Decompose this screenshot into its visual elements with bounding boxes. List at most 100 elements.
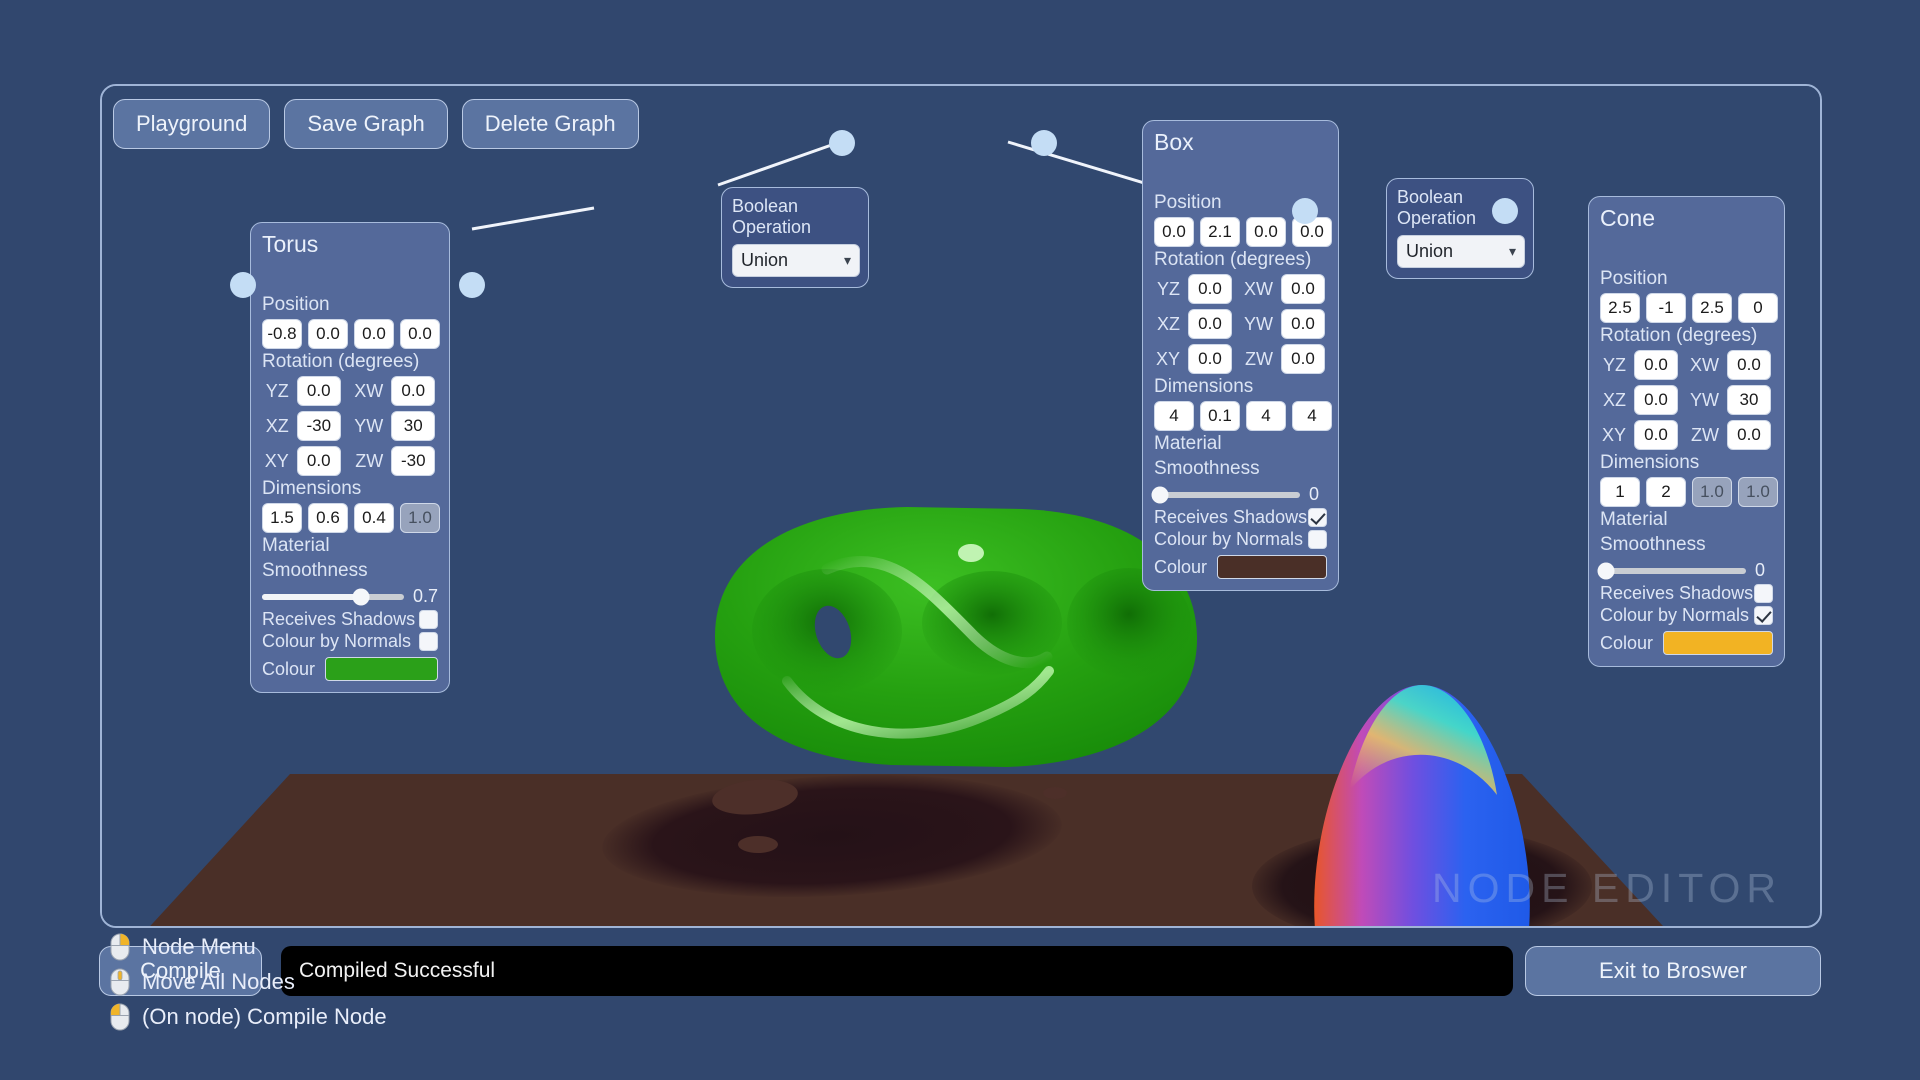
dimension-4-input: 1.0 bbox=[1738, 477, 1778, 507]
hint-move-all-nodes: Move All Nodes bbox=[110, 968, 387, 996]
dimension-4-input[interactable]: 4 bbox=[1292, 401, 1332, 431]
rotation-yw-input[interactable]: 30 bbox=[1727, 385, 1771, 415]
delete-graph-button[interactable]: Delete Graph bbox=[462, 99, 639, 149]
receives-shadows-row: Receives Shadows bbox=[1600, 583, 1773, 604]
dimension-3-input[interactable]: 0.4 bbox=[354, 503, 394, 533]
colour-by-normals-checkbox[interactable] bbox=[419, 632, 438, 651]
position-w-input[interactable]: 0 bbox=[1738, 293, 1778, 323]
material-label: Material bbox=[1154, 433, 1327, 455]
smoothness-value: 0.7 bbox=[413, 586, 438, 607]
node-cone[interactable]: Cone Position 2.5 -1 2.5 0 Rotation (deg… bbox=[1588, 196, 1785, 667]
rotation-axis-label: XW bbox=[1688, 355, 1719, 376]
dimension-2-input[interactable]: 2 bbox=[1646, 477, 1686, 507]
rotation-yw-input[interactable]: 30 bbox=[391, 411, 435, 441]
rotation-xy-input[interactable]: 0.0 bbox=[1634, 420, 1678, 450]
receives-shadows-checkbox[interactable] bbox=[1754, 584, 1773, 603]
node-header-spacer bbox=[1600, 238, 1773, 266]
colour-swatch[interactable] bbox=[1217, 555, 1327, 579]
position-w-input[interactable]: 0.0 bbox=[400, 319, 440, 349]
smoothness-slider[interactable]: 0 bbox=[1600, 560, 1773, 581]
rotation-axis-label: XY bbox=[1600, 425, 1626, 446]
rotation-xw-input[interactable]: 0.0 bbox=[1727, 350, 1771, 380]
rotation-zw-input[interactable]: -30 bbox=[391, 446, 435, 476]
rotation-yz-input[interactable]: 0.0 bbox=[297, 376, 341, 406]
box-input-port[interactable] bbox=[829, 130, 855, 156]
dimension-3-input[interactable]: 4 bbox=[1246, 401, 1286, 431]
receives-shadows-checkbox[interactable] bbox=[1308, 508, 1327, 527]
rotation-zw-input[interactable]: 0.0 bbox=[1727, 420, 1771, 450]
rotation-axis-label: YW bbox=[1688, 390, 1719, 411]
box-output-port[interactable] bbox=[1031, 130, 1057, 156]
rotation-xw-input[interactable]: 0.0 bbox=[1281, 274, 1325, 304]
position-x-input[interactable]: 0.0 bbox=[1154, 217, 1194, 247]
position-z-input[interactable]: 2.5 bbox=[1692, 293, 1732, 323]
node-title: Box bbox=[1154, 129, 1327, 156]
colour-label: Colour bbox=[1600, 633, 1653, 654]
smoothness-slider-track[interactable] bbox=[1154, 492, 1300, 498]
node-title: Cone bbox=[1600, 205, 1773, 232]
boolean-operation-select[interactable]: Union ▾ bbox=[1397, 235, 1525, 268]
smoothness-slider[interactable]: 0.7 bbox=[262, 586, 438, 607]
rotation-zw-input[interactable]: 0.0 bbox=[1281, 344, 1325, 374]
receives-shadows-label: Receives Shadows bbox=[1154, 507, 1307, 528]
rotation-axis-label: YW bbox=[352, 416, 384, 437]
rotation-yz-input[interactable]: 0.0 bbox=[1634, 350, 1678, 380]
smoothness-slider-track[interactable] bbox=[1600, 568, 1746, 574]
playground-button[interactable]: Playground bbox=[113, 99, 270, 149]
colour-by-normals-row: Colour by Normals bbox=[262, 631, 438, 652]
rotation-xz-input[interactable]: -30 bbox=[297, 411, 341, 441]
smoothness-slider-knob[interactable] bbox=[1151, 486, 1168, 503]
smoothness-slider[interactable]: 0 bbox=[1154, 484, 1327, 505]
dimension-1-input[interactable]: 1 bbox=[1600, 477, 1640, 507]
smoothness-label: Smoothness bbox=[262, 560, 438, 582]
colour-by-normals-checkbox[interactable] bbox=[1754, 606, 1773, 625]
hint-compile-node: (On node) Compile Node bbox=[110, 1003, 387, 1031]
smoothness-slider-knob[interactable] bbox=[353, 588, 370, 605]
node-boolean-operation-1[interactable]: Boolean Operation Union ▾ bbox=[721, 187, 869, 288]
node-torus[interactable]: Torus Position -0.8 0.0 0.0 0.0 Rotation… bbox=[250, 222, 450, 693]
material-label: Material bbox=[262, 535, 438, 557]
position-y-input[interactable]: -1 bbox=[1646, 293, 1686, 323]
exit-to-browser-button[interactable]: Exit to Broswer bbox=[1525, 946, 1821, 996]
colour-swatch[interactable] bbox=[325, 657, 438, 681]
smoothness-label: Smoothness bbox=[1154, 458, 1327, 480]
rotation-xy-input[interactable]: 0.0 bbox=[297, 446, 341, 476]
rotation-xz-input[interactable]: 0.0 bbox=[1188, 309, 1232, 339]
torus-output-port[interactable] bbox=[459, 272, 485, 298]
mouse-right-click-icon bbox=[110, 933, 130, 961]
position-z-input[interactable]: 0.0 bbox=[354, 319, 394, 349]
smoothness-slider-track[interactable] bbox=[262, 594, 404, 600]
cone-output-port[interactable] bbox=[1492, 198, 1518, 224]
node-box[interactable]: Box Position 0.0 2.1 0.0 0.0 Rotation (d… bbox=[1142, 120, 1339, 591]
smoothness-slider-fill bbox=[262, 594, 361, 600]
position-x-input[interactable]: 2.5 bbox=[1600, 293, 1640, 323]
rotation-xz-input[interactable]: 0.0 bbox=[1634, 385, 1678, 415]
dimension-2-input[interactable]: 0.1 bbox=[1200, 401, 1240, 431]
colour-by-normals-label: Colour by Normals bbox=[1600, 605, 1749, 626]
console-output: Compiled Successful bbox=[281, 946, 1513, 996]
boolean-operation-select[interactable]: Union ▾ bbox=[732, 244, 860, 277]
position-x-input[interactable]: -0.8 bbox=[262, 319, 302, 349]
node-title: Torus bbox=[262, 231, 438, 258]
smoothness-slider-knob[interactable] bbox=[1597, 562, 1614, 579]
position-y-input[interactable]: 2.1 bbox=[1200, 217, 1240, 247]
position-y-input[interactable]: 0.0 bbox=[308, 319, 348, 349]
rotation-xy-input[interactable]: 0.0 bbox=[1188, 344, 1232, 374]
dimension-2-input[interactable]: 0.6 bbox=[308, 503, 348, 533]
rotation-yz-input[interactable]: 0.0 bbox=[1188, 274, 1232, 304]
hint-node-menu: Node Menu bbox=[110, 933, 387, 961]
colour-swatch[interactable] bbox=[1663, 631, 1773, 655]
rotation-xw-input[interactable]: 0.0 bbox=[391, 376, 435, 406]
dimension-fields: 4 0.1 4 4 bbox=[1154, 401, 1327, 431]
dimension-1-input[interactable]: 4 bbox=[1154, 401, 1194, 431]
dimension-1-input[interactable]: 1.5 bbox=[262, 503, 302, 533]
position-fields: 2.5 -1 2.5 0 bbox=[1600, 293, 1773, 323]
rotation-yw-input[interactable]: 0.0 bbox=[1281, 309, 1325, 339]
torus-input-port[interactable] bbox=[230, 272, 256, 298]
save-graph-button[interactable]: Save Graph bbox=[284, 99, 447, 149]
position-z-input[interactable]: 0.0 bbox=[1246, 217, 1286, 247]
colour-by-normals-checkbox[interactable] bbox=[1308, 530, 1327, 549]
receives-shadows-checkbox[interactable] bbox=[419, 610, 438, 629]
cone-input-port[interactable] bbox=[1292, 198, 1318, 224]
node-boolean-operation-2[interactable]: Boolean Operation Union ▾ bbox=[1386, 178, 1534, 279]
